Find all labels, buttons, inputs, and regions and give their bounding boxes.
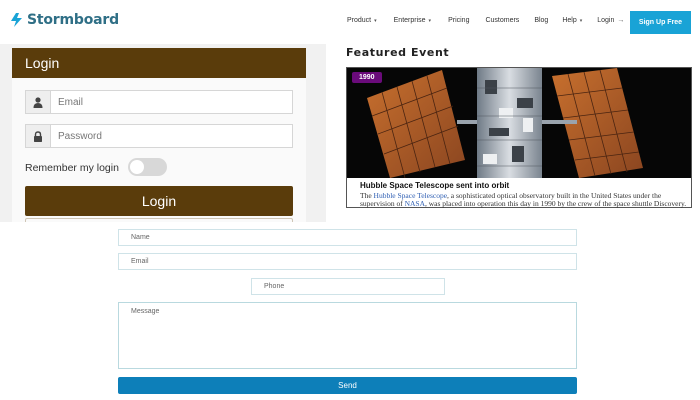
nav-links: Product ▾ Enterprise ▾ Pricing Customers… [347, 17, 624, 24]
nav-enterprise-label: Enterprise [393, 17, 426, 24]
toggle-knob [130, 160, 144, 174]
featured-event-title: Featured Event [346, 46, 450, 59]
nav-product[interactable]: Product ▾ [347, 17, 377, 24]
remember-login-toggle[interactable] [128, 158, 167, 176]
contact-phone-input[interactable]: Phone [251, 278, 445, 295]
login-panel-edge [25, 218, 293, 222]
stormboard-logo[interactable]: Stormboard [10, 12, 119, 28]
nav-pricing-label: Pricing [448, 17, 470, 24]
stormboard-logo-icon [11, 13, 22, 27]
nav-help[interactable]: Help ▾ [562, 17, 582, 24]
nav-enterprise[interactable]: Enterprise ▾ [394, 17, 431, 24]
login-email-field[interactable]: Email [25, 90, 293, 114]
nav-customers-label: Customers [485, 17, 520, 24]
lock-icon [26, 125, 51, 147]
nasa-link[interactable]: NASA [405, 199, 425, 208]
chevron-down-icon: ▾ [428, 17, 432, 24]
event-year-badge: 1990 [352, 72, 382, 83]
contact-name-input[interactable]: Name [118, 229, 577, 246]
nav-blog[interactable]: Blog [534, 17, 548, 24]
event-description: The Hubble Space Telescope, a sophistica… [360, 192, 690, 207]
login-password-field[interactable]: Password [25, 124, 293, 148]
nav-product-label: Product [347, 17, 372, 24]
nav-blog-label: Blog [534, 17, 549, 24]
arrow-right-icon: → [617, 17, 625, 24]
nav-help-label: Help [562, 17, 577, 24]
chevron-down-icon: ▾ [579, 17, 583, 24]
login-email-input[interactable]: Email [51, 91, 292, 113]
contact-message-textarea[interactable]: Message [118, 302, 577, 369]
top-navbar: Stormboard Product ▾ Enterprise ▾ Pricin… [0, 0, 700, 44]
user-icon [26, 91, 51, 113]
nav-customers[interactable]: Customers [485, 17, 519, 24]
logo-text: Stormboard [27, 12, 119, 28]
login-button[interactable]: Login [25, 186, 293, 216]
send-button[interactable]: Send [118, 377, 577, 394]
login-password-input[interactable]: Password [51, 125, 292, 147]
contact-email-input[interactable]: Email [118, 253, 577, 270]
remember-login-label: Remember my login [25, 162, 119, 174]
nav-login[interactable]: Login → [597, 17, 624, 24]
nav-pricing[interactable]: Pricing [448, 17, 469, 24]
event-headline[interactable]: Hubble Space Telescope sent into orbit [360, 181, 509, 190]
chevron-down-icon: ▾ [374, 17, 377, 24]
sign-up-button[interactable]: Sign Up Free [630, 11, 691, 34]
hubble-telescope-image: 1990 [347, 68, 691, 178]
event-desc-text: , was placed into operation this day in … [425, 198, 687, 208]
nav-login-label: Login [597, 17, 615, 24]
login-title: Login [12, 48, 306, 78]
